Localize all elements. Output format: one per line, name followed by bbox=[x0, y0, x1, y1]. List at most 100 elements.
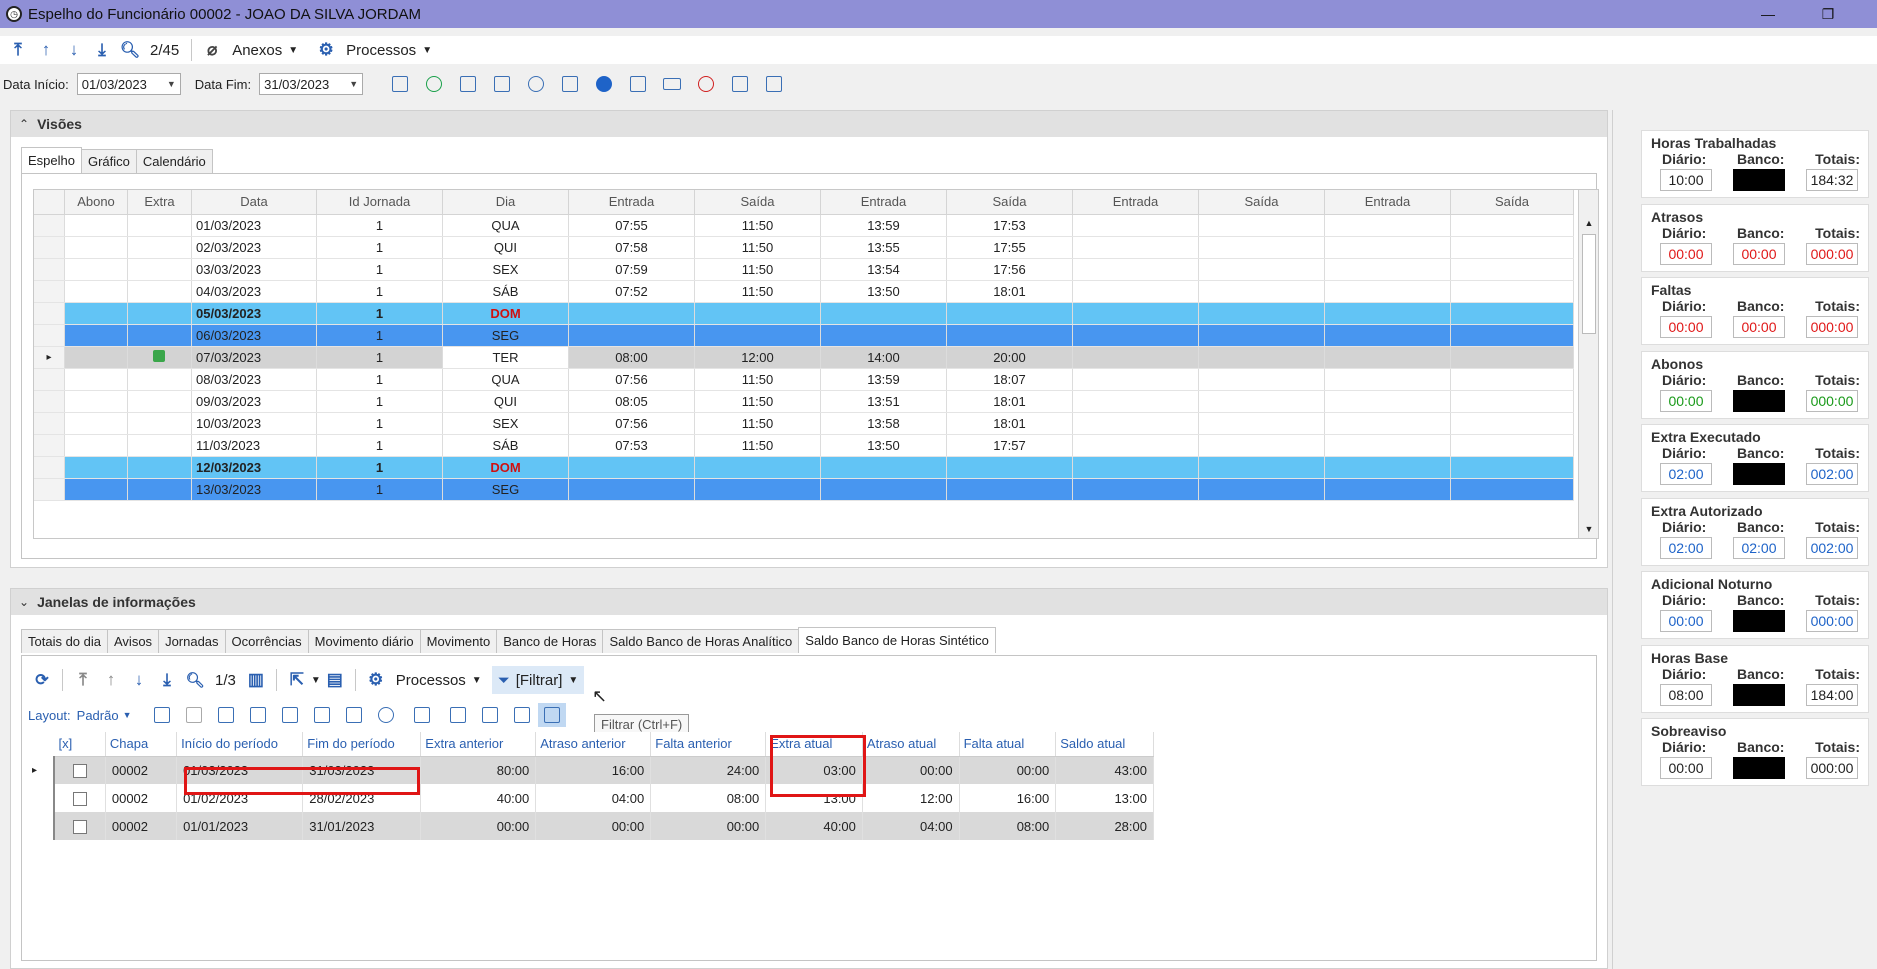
row-bottom-icon[interactable] bbox=[506, 703, 538, 727]
espelho-row[interactable]: 02/03/2023 1 QUI 07:58 11:50 13:55 17:55 bbox=[34, 236, 1575, 259]
column-header[interactable]: Saída bbox=[694, 190, 821, 215]
espelho-row[interactable]: 08/03/2023 1 QUA 07:56 11:50 13:59 18:07 bbox=[34, 368, 1575, 391]
tab-janela[interactable]: Jornadas bbox=[158, 629, 226, 653]
search-icon[interactable]: 🔍︎ bbox=[181, 667, 209, 693]
column-header[interactable]: Extra bbox=[127, 190, 193, 215]
row-middle-icon[interactable] bbox=[474, 703, 506, 727]
refresh-icon[interactable] bbox=[417, 72, 451, 96]
saldo-row[interactable]: 00002 01/01/2023 31/01/2023 00:00 00:00 00:00… bbox=[26, 812, 1154, 840]
column-header[interactable]: Id Jornada bbox=[316, 190, 443, 215]
paint-icon[interactable] bbox=[306, 703, 338, 727]
export-icon[interactable]: ⇱ bbox=[283, 667, 311, 693]
save-layout-icon[interactable] bbox=[210, 703, 242, 727]
shapes-icon[interactable] bbox=[370, 703, 402, 727]
data-inicio-field[interactable]: 01/03/2023 ▼ bbox=[76, 73, 181, 95]
column-header[interactable]: Saída bbox=[1450, 190, 1575, 215]
tab-calendario[interactable]: Calendário bbox=[135, 149, 213, 173]
upload-layout-icon[interactable] bbox=[242, 703, 274, 727]
last-record-icon[interactable]: ⤓ bbox=[153, 667, 181, 693]
restore-button[interactable]: ❐ bbox=[1800, 0, 1856, 28]
column-header[interactable]: Chapa bbox=[105, 732, 178, 757]
next-record-icon[interactable]: ↓ bbox=[125, 667, 153, 693]
tab-janela[interactable]: Saldo Banco de Horas Sintético bbox=[798, 627, 996, 653]
row-top-icon[interactable] bbox=[442, 703, 474, 727]
tab-janela[interactable]: Avisos bbox=[107, 629, 160, 653]
vertical-scrollbar[interactable]: ▲ ▼ bbox=[1578, 190, 1598, 538]
espelho-row[interactable]: 13/03/2023 1 SEG bbox=[34, 478, 1575, 501]
document-clock-icon[interactable] bbox=[451, 72, 485, 96]
chevron-down-icon[interactable]: ▼ bbox=[167, 79, 176, 89]
export-dropdown-icon[interactable]: ▼ bbox=[311, 675, 321, 686]
janelas-processos-menu[interactable]: Processos bbox=[396, 672, 466, 689]
badge-icon[interactable] bbox=[621, 72, 655, 96]
column-header[interactable]: Fim do período bbox=[302, 732, 422, 757]
minimize-button[interactable]: — bbox=[1740, 0, 1796, 28]
tab-janela[interactable]: Movimento diário bbox=[307, 629, 421, 653]
column-header[interactable]: Extra atual bbox=[765, 732, 863, 757]
extra-approved-icon[interactable] bbox=[153, 349, 166, 362]
column-header[interactable]: Falta atual bbox=[959, 732, 1057, 757]
scrollbar-thumb[interactable] bbox=[1582, 234, 1596, 334]
processos-dropdown-icon[interactable]: ▼ bbox=[422, 45, 432, 56]
keyboard-icon[interactable] bbox=[655, 72, 689, 96]
document-gear-icon[interactable] bbox=[553, 72, 587, 96]
janelas-header[interactable]: ⌄ Janelas de informações bbox=[11, 589, 1607, 615]
scroll-down-icon[interactable]: ▼ bbox=[1581, 524, 1597, 538]
clock-icon[interactable] bbox=[519, 72, 553, 96]
tab-grafico[interactable]: Gráfico bbox=[80, 149, 137, 173]
data-fim-field[interactable]: 31/03/2023 ▼ bbox=[259, 73, 364, 95]
report-icon[interactable] bbox=[485, 72, 519, 96]
filtrar-dropdown-icon[interactable]: ▼ bbox=[568, 675, 578, 686]
espelho-row[interactable]: ▸ 07/03/2023 1 TER 08:00 12:00 14:00 20:00 bbox=[34, 346, 1575, 369]
last-record-icon[interactable]: ⤓ bbox=[88, 37, 116, 63]
next-record-icon[interactable]: ↓ bbox=[60, 37, 88, 63]
tab-janela[interactable]: Ocorrências bbox=[224, 629, 309, 653]
saldo-row[interactable]: 00002 01/02/2023 28/02/2023 40:00 04:00 08:00… bbox=[26, 784, 1154, 812]
previous-record-icon[interactable]: ↑ bbox=[97, 667, 125, 693]
espelho-row[interactable]: 10/03/2023 1 SEX 07:56 11:50 13:58 18:01 bbox=[34, 412, 1575, 435]
search-icon[interactable]: 🔍︎ bbox=[116, 37, 144, 63]
tab-espelho[interactable]: Espelho bbox=[21, 147, 82, 173]
column-header[interactable]: Entrada bbox=[568, 190, 695, 215]
espelho-row[interactable]: 12/03/2023 1 DOM bbox=[34, 456, 1575, 479]
first-record-icon[interactable]: ⤒ bbox=[69, 667, 97, 693]
saldo-row[interactable]: ▸ 00002 01/03/2023 31/03/2023 80:00 16:00 24:0… bbox=[26, 756, 1154, 784]
previous-record-icon[interactable]: ↑ bbox=[32, 37, 60, 63]
column-header[interactable]: Saída bbox=[946, 190, 1073, 215]
scroll-up-icon[interactable]: ▲ bbox=[1581, 218, 1597, 232]
visoes-header[interactable]: ⌃ Visões bbox=[11, 111, 1607, 137]
delete-layout-icon[interactable] bbox=[178, 703, 210, 727]
row-checkbox[interactable] bbox=[73, 791, 88, 806]
column-header[interactable]: Atraso atual bbox=[862, 732, 960, 757]
layout-select[interactable]: Padrão bbox=[77, 708, 119, 723]
chevron-down-icon[interactable]: ⌄ bbox=[19, 595, 29, 609]
espelho-row[interactable]: 11/03/2023 1 SÁB 07:53 11:50 13:50 17:57 bbox=[34, 434, 1575, 457]
edit-icon[interactable] bbox=[383, 72, 417, 96]
espelho-row[interactable]: 09/03/2023 1 QUI 08:05 11:50 13:51 18:01 bbox=[34, 390, 1575, 413]
column-header[interactable]: Falta anterior bbox=[650, 732, 767, 757]
columns-icon[interactable]: ▥ bbox=[242, 667, 270, 693]
chart-icon[interactable] bbox=[402, 703, 442, 727]
chevron-down-icon[interactable]: ▼ bbox=[349, 79, 358, 89]
document-icon[interactable]: ▤ bbox=[321, 667, 349, 693]
info-icon[interactable] bbox=[587, 72, 621, 96]
tab-janela[interactable]: Banco de Horas bbox=[496, 629, 604, 653]
anexos-menu[interactable]: Anexos bbox=[232, 42, 282, 59]
first-record-icon[interactable]: ⤒ bbox=[4, 37, 32, 63]
column-header[interactable]: Entrada bbox=[1324, 190, 1451, 215]
layout-dropdown-icon[interactable]: ▼ bbox=[123, 710, 132, 720]
processos-dropdown-icon[interactable]: ▼ bbox=[472, 675, 482, 686]
espelho-row[interactable]: 05/03/2023 1 DOM bbox=[34, 302, 1575, 325]
column-header[interactable]: Entrada bbox=[820, 190, 947, 215]
download-layout-icon[interactable] bbox=[274, 703, 306, 727]
calendar-icon[interactable] bbox=[723, 72, 757, 96]
row-checkbox[interactable] bbox=[73, 819, 88, 834]
anexos-dropdown-icon[interactable]: ▼ bbox=[288, 45, 298, 56]
column-header[interactable]: Extra anterior bbox=[420, 732, 537, 757]
row-checkbox[interactable] bbox=[73, 764, 88, 779]
column-header[interactable]: [x] bbox=[54, 732, 106, 757]
pin-icon[interactable] bbox=[338, 703, 370, 727]
column-header[interactable]: Data bbox=[191, 190, 317, 215]
espelho-row[interactable]: 04/03/2023 1 SÁB 07:52 11:50 13:50 18:01 bbox=[34, 280, 1575, 303]
espelho-row[interactable]: 01/03/2023 1 QUA 07:55 11:50 13:59 17:53 bbox=[34, 214, 1575, 237]
